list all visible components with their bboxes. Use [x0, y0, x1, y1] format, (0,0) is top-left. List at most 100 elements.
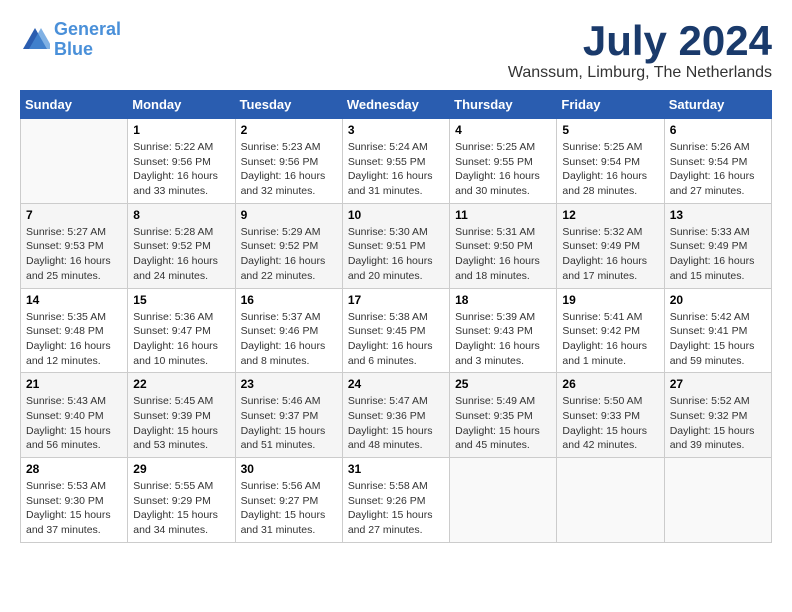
day-number: 23 — [241, 377, 337, 391]
day-number: 4 — [455, 123, 551, 137]
logo: General Blue — [20, 20, 121, 60]
day-info: Sunrise: 5:26 AM Sunset: 9:54 PM Dayligh… — [670, 140, 766, 199]
calendar-cell: 19 Sunrise: 5:41 AM Sunset: 9:42 PM Dayli… — [557, 288, 664, 373]
weekday-header: Friday — [557, 91, 664, 119]
day-info: Sunrise: 5:25 AM Sunset: 9:55 PM Dayligh… — [455, 140, 551, 199]
calendar-cell: 15 Sunrise: 5:36 AM Sunset: 9:47 PM Dayli… — [128, 288, 235, 373]
calendar-cell: 31 Sunrise: 5:58 AM Sunset: 9:26 PM Dayli… — [342, 458, 449, 543]
calendar-cell: 4 Sunrise: 5:25 AM Sunset: 9:55 PM Daylig… — [450, 119, 557, 204]
day-info: Sunrise: 5:45 AM Sunset: 9:39 PM Dayligh… — [133, 394, 229, 453]
day-number: 8 — [133, 208, 229, 222]
day-number: 26 — [562, 377, 658, 391]
calendar-cell: 27 Sunrise: 5:52 AM Sunset: 9:32 PM Dayli… — [664, 373, 771, 458]
day-info: Sunrise: 5:36 AM Sunset: 9:47 PM Dayligh… — [133, 310, 229, 369]
calendar-cell: 20Sunrise: 5:42 AM Sunset: 9:41 PM Dayli… — [664, 288, 771, 373]
day-info: Sunrise: 5:53 AM Sunset: 9:30 PM Dayligh… — [26, 479, 122, 538]
day-number: 15 — [133, 293, 229, 307]
title-block: July 2024 Wanssum, Limburg, The Netherla… — [508, 20, 772, 82]
day-number: 30 — [241, 462, 337, 476]
day-number: 13 — [670, 208, 766, 222]
day-info: Sunrise: 5:30 AM Sunset: 9:51 PM Dayligh… — [348, 225, 444, 284]
day-info: Sunrise: 5:49 AM Sunset: 9:35 PM Dayligh… — [455, 394, 551, 453]
logo-line1: General — [54, 19, 121, 39]
calendar-week-row: 14 Sunrise: 5:35 AM Sunset: 9:48 PM Dayli… — [21, 288, 772, 373]
day-info: Sunrise: 5:41 AM Sunset: 9:42 PM Dayligh… — [562, 310, 658, 369]
weekday-header: Thursday — [450, 91, 557, 119]
day-info: Sunrise: 5:24 AM Sunset: 9:55 PM Dayligh… — [348, 140, 444, 199]
day-number: 9 — [241, 208, 337, 222]
day-info: Sunrise: 5:52 AM Sunset: 9:32 PM Dayligh… — [670, 394, 766, 453]
calendar-cell — [557, 458, 664, 543]
calendar-cell: 29Sunrise: 5:55 AM Sunset: 9:29 PM Dayli… — [128, 458, 235, 543]
day-info: Sunrise: 5:32 AM Sunset: 9:49 PM Dayligh… — [562, 225, 658, 284]
day-info: Sunrise: 5:29 AM Sunset: 9:52 PM Dayligh… — [241, 225, 337, 284]
calendar-cell: 30 Sunrise: 5:56 AM Sunset: 9:27 PM Dayli… — [235, 458, 342, 543]
day-number: 29 — [133, 462, 229, 476]
logo-text: General Blue — [54, 20, 121, 60]
day-info: Sunrise: 5:25 AM Sunset: 9:54 PM Dayligh… — [562, 140, 658, 199]
weekday-header: Tuesday — [235, 91, 342, 119]
day-number: 7 — [26, 208, 122, 222]
calendar-cell — [450, 458, 557, 543]
calendar-table: SundayMondayTuesdayWednesdayThursdayFrid… — [20, 90, 772, 543]
calendar-week-row: 7Sunrise: 5:27 AM Sunset: 9:53 PM Daylig… — [21, 203, 772, 288]
calendar-cell: 14 Sunrise: 5:35 AM Sunset: 9:48 PM Dayli… — [21, 288, 128, 373]
calendar-cell: 28 Sunrise: 5:53 AM Sunset: 9:30 PM Dayli… — [21, 458, 128, 543]
day-info: Sunrise: 5:56 AM Sunset: 9:27 PM Dayligh… — [241, 479, 337, 538]
day-number: 27 — [670, 377, 766, 391]
calendar-cell: 11 Sunrise: 5:31 AM Sunset: 9:50 PM Dayli… — [450, 203, 557, 288]
calendar-cell: 17 Sunrise: 5:38 AM Sunset: 9:45 PM Dayli… — [342, 288, 449, 373]
weekday-header: Wednesday — [342, 91, 449, 119]
calendar-week-row: 28 Sunrise: 5:53 AM Sunset: 9:30 PM Dayli… — [21, 458, 772, 543]
calendar-week-row: 21Sunrise: 5:43 AM Sunset: 9:40 PM Dayli… — [21, 373, 772, 458]
calendar-cell: 7Sunrise: 5:27 AM Sunset: 9:53 PM Daylig… — [21, 203, 128, 288]
day-number: 21 — [26, 377, 122, 391]
location: Wanssum, Limburg, The Netherlands — [508, 64, 772, 82]
day-number: 17 — [348, 293, 444, 307]
day-number: 3 — [348, 123, 444, 137]
day-number: 31 — [348, 462, 444, 476]
day-number: 10 — [348, 208, 444, 222]
calendar-cell — [21, 119, 128, 204]
calendar-cell: 25 Sunrise: 5:49 AM Sunset: 9:35 PM Dayli… — [450, 373, 557, 458]
day-number: 5 — [562, 123, 658, 137]
day-info: Sunrise: 5:28 AM Sunset: 9:52 PM Dayligh… — [133, 225, 229, 284]
day-info: Sunrise: 5:23 AM Sunset: 9:56 PM Dayligh… — [241, 140, 337, 199]
day-number: 1 — [133, 123, 229, 137]
day-number: 20 — [670, 293, 766, 307]
day-info: Sunrise: 5:38 AM Sunset: 9:45 PM Dayligh… — [348, 310, 444, 369]
day-number: 12 — [562, 208, 658, 222]
day-number: 22 — [133, 377, 229, 391]
calendar-cell: 24Sunrise: 5:47 AM Sunset: 9:36 PM Dayli… — [342, 373, 449, 458]
calendar-cell: 1 Sunrise: 5:22 AM Sunset: 9:56 PM Daylig… — [128, 119, 235, 204]
calendar-cell: 13Sunrise: 5:33 AM Sunset: 9:49 PM Dayli… — [664, 203, 771, 288]
day-number: 25 — [455, 377, 551, 391]
day-info: Sunrise: 5:46 AM Sunset: 9:37 PM Dayligh… — [241, 394, 337, 453]
day-info: Sunrise: 5:58 AM Sunset: 9:26 PM Dayligh… — [348, 479, 444, 538]
calendar-week-row: 1 Sunrise: 5:22 AM Sunset: 9:56 PM Daylig… — [21, 119, 772, 204]
day-number: 18 — [455, 293, 551, 307]
day-number: 2 — [241, 123, 337, 137]
day-number: 28 — [26, 462, 122, 476]
day-number: 6 — [670, 123, 766, 137]
day-number: 11 — [455, 208, 551, 222]
day-number: 19 — [562, 293, 658, 307]
calendar-cell: 10 Sunrise: 5:30 AM Sunset: 9:51 PM Dayli… — [342, 203, 449, 288]
day-info: Sunrise: 5:39 AM Sunset: 9:43 PM Dayligh… — [455, 310, 551, 369]
logo-line2: Blue — [54, 39, 93, 59]
calendar-cell: 23 Sunrise: 5:46 AM Sunset: 9:37 PM Dayli… — [235, 373, 342, 458]
calendar-cell: 12 Sunrise: 5:32 AM Sunset: 9:49 PM Dayli… — [557, 203, 664, 288]
weekday-header-row: SundayMondayTuesdayWednesdayThursdayFrid… — [21, 91, 772, 119]
day-info: Sunrise: 5:35 AM Sunset: 9:48 PM Dayligh… — [26, 310, 122, 369]
weekday-header: Saturday — [664, 91, 771, 119]
day-info: Sunrise: 5:31 AM Sunset: 9:50 PM Dayligh… — [455, 225, 551, 284]
calendar-cell: 3 Sunrise: 5:24 AM Sunset: 9:55 PM Daylig… — [342, 119, 449, 204]
weekday-header: Monday — [128, 91, 235, 119]
day-number: 14 — [26, 293, 122, 307]
day-info: Sunrise: 5:47 AM Sunset: 9:36 PM Dayligh… — [348, 394, 444, 453]
day-info: Sunrise: 5:50 AM Sunset: 9:33 PM Dayligh… — [562, 394, 658, 453]
calendar-cell: 5 Sunrise: 5:25 AM Sunset: 9:54 PM Daylig… — [557, 119, 664, 204]
day-info: Sunrise: 5:22 AM Sunset: 9:56 PM Dayligh… — [133, 140, 229, 199]
page-header: General Blue July 2024 Wanssum, Limburg,… — [20, 20, 772, 82]
calendar-cell: 8 Sunrise: 5:28 AM Sunset: 9:52 PM Daylig… — [128, 203, 235, 288]
